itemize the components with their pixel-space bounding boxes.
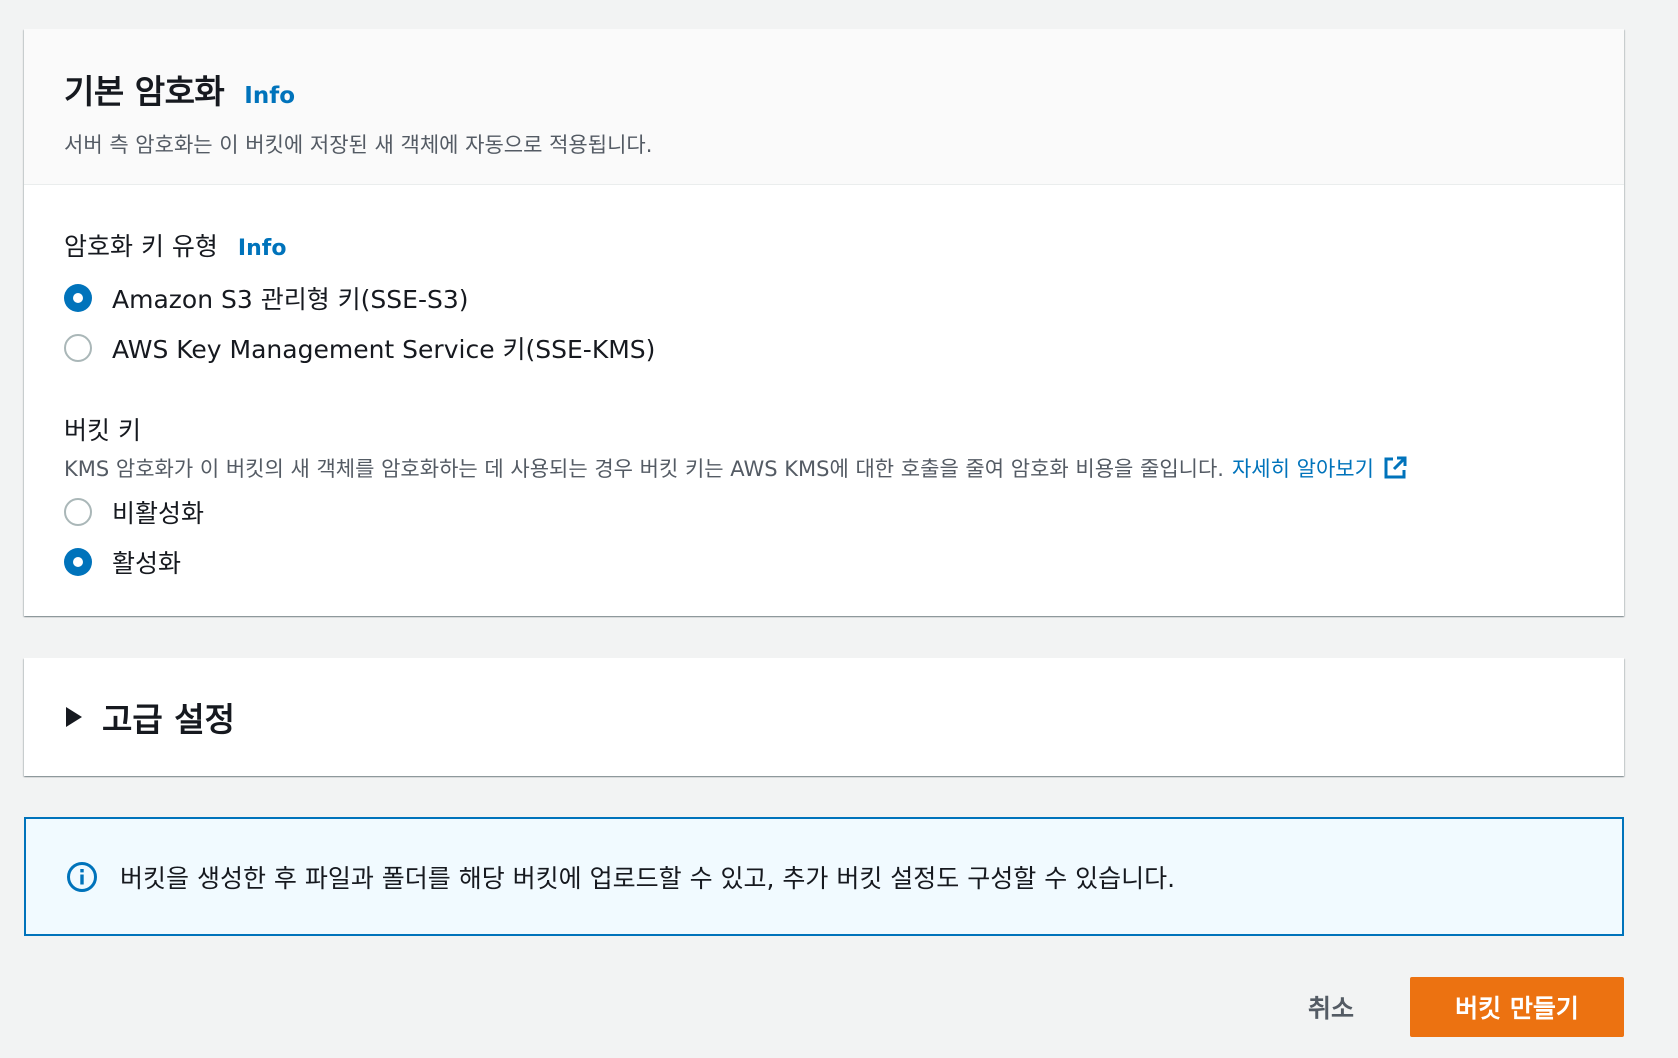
cancel-button[interactable]: 취소	[1276, 978, 1386, 1036]
panel-description: 서버 측 암호화는 이 버킷에 저장된 새 객체에 자동으로 적용됩니다.	[64, 133, 653, 157]
advanced-settings-toggle[interactable]: 고급 설정	[24, 658, 1624, 776]
panel-body: 암호화 키 유형 Info Amazon S3 관리형 키(SSE-S3) AW…	[24, 185, 1624, 587]
key-type-label-row: 암호화 키 유형 Info	[64, 227, 1584, 263]
advanced-settings-title: 고급 설정	[102, 700, 235, 739]
bucket-key-field: 버킷 키 KMS 암호화가 이 버킷의 새 객체를 암호화하는 데 사용되는 경…	[64, 411, 1584, 587]
default-encryption-panel: 기본 암호화 Info 서버 측 암호화는 이 버킷에 저장된 새 객체에 자동…	[24, 29, 1624, 616]
radio-option-disable[interactable]: 비활성화	[64, 487, 1584, 537]
radio-button-sse-kms[interactable]	[64, 334, 92, 362]
external-link-icon	[1384, 456, 1407, 479]
radio-button-disable[interactable]	[64, 498, 92, 526]
info-circle-icon	[67, 861, 97, 892]
radio-option-enable[interactable]: 활성화	[64, 537, 1584, 587]
learn-more-label: 자세히 알아보기	[1231, 457, 1374, 481]
panel-title: 기본 암호화	[64, 72, 225, 111]
key-type-info-link[interactable]: Info	[238, 236, 287, 261]
bucket-key-description-row: KMS 암호화가 이 버킷의 새 객체를 암호화하는 데 사용되는 경우 버킷 …	[64, 453, 1584, 483]
radio-label-disable: 비활성화	[112, 499, 205, 528]
bucket-key-radio-group: 비활성화 활성화	[64, 487, 1584, 587]
caret-right-icon	[66, 707, 82, 727]
advanced-settings-panel: 고급 설정	[24, 658, 1624, 776]
bucket-key-label: 버킷 키	[64, 416, 141, 445]
key-type-radio-group: Amazon S3 관리형 키(SSE-S3) AWS Key Manageme…	[64, 273, 1584, 373]
radio-label-sse-s3: Amazon S3 관리형 키(SSE-S3)	[112, 285, 469, 314]
encryption-info-link[interactable]: Info	[244, 83, 295, 109]
radio-button-enable[interactable]	[64, 548, 92, 576]
radio-option-sse-s3[interactable]: Amazon S3 관리형 키(SSE-S3)	[64, 273, 1584, 323]
learn-more-link[interactable]: 자세히 알아보기	[1232, 453, 1408, 483]
panel-header: 기본 암호화 Info 서버 측 암호화는 이 버킷에 저장된 새 객체에 자동…	[24, 29, 1624, 185]
radio-label-sse-kms: AWS Key Management Service 키(SSE-KMS)	[112, 335, 656, 364]
create-bucket-button[interactable]: 버킷 만들기	[1410, 977, 1624, 1037]
panel-title-row: 기본 암호화 Info	[64, 65, 1584, 113]
key-type-label: 암호화 키 유형	[64, 232, 218, 261]
info-alert: 버킷을 생성한 후 파일과 폴더를 해당 버킷에 업로드할 수 있고, 추가 버…	[24, 817, 1624, 936]
radio-label-enable: 활성화	[112, 549, 182, 578]
radio-button-sse-s3[interactable]	[64, 284, 92, 312]
bucket-key-description: KMS 암호화가 이 버킷의 새 객체를 암호화하는 데 사용되는 경우 버킷 …	[64, 457, 1224, 481]
radio-option-sse-kms[interactable]: AWS Key Management Service 키(SSE-KMS)	[64, 323, 1584, 373]
alert-text: 버킷을 생성한 후 파일과 폴더를 해당 버킷에 업로드할 수 있고, 추가 버…	[120, 863, 1176, 893]
